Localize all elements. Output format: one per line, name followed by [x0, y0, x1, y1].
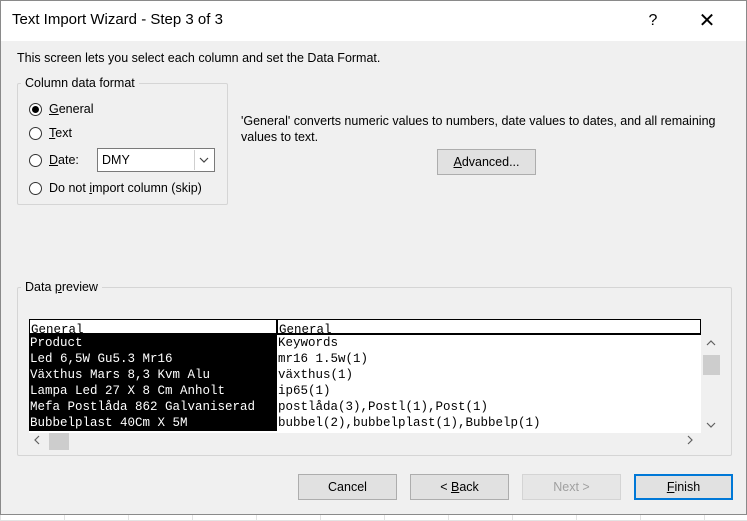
preview-cell: Product: [29, 335, 277, 351]
format-description: 'General' converts numeric values to num…: [241, 114, 716, 144]
preview-cell: Led 6,5W Gu5.3 Mr16: [29, 351, 277, 367]
dialog-title: Text Import Wizard - Step 3 of 3: [12, 11, 223, 28]
data-preview-grid[interactable]: General Product Led 6,5W Gu5.3 Mr16 Växt…: [29, 319, 701, 433]
column-header-1[interactable]: General: [29, 319, 277, 335]
vertical-scroll-thumb[interactable]: [703, 355, 720, 375]
radio-general-label: General: [49, 102, 94, 116]
horizontal-scroll-thumb[interactable]: [49, 433, 69, 450]
radio-skip-indicator[interactable]: [29, 181, 42, 195]
column-data-format-legend: Column data format: [21, 76, 139, 90]
next-button[interactable]: Next >: [522, 474, 621, 500]
preview-cell: mr16 1.5w(1): [278, 352, 369, 366]
intro-text: This screen lets you select each column …: [17, 51, 381, 65]
preview-cell: Bubbelplast 40Cm X 5M: [29, 415, 277, 431]
scroll-right-icon[interactable]: [687, 434, 693, 448]
data-preview-legend: Data preview: [21, 280, 102, 294]
radio-text[interactable]: Text: [29, 126, 72, 140]
back-button[interactable]: < Back: [410, 474, 509, 500]
radio-date[interactable]: Date:: [29, 153, 79, 167]
column-header-2[interactable]: General: [277, 319, 701, 335]
radio-text-indicator[interactable]: [29, 126, 42, 140]
preview-cell: bubbel(2),bubbelplast(1),Bubbelp(1): [278, 416, 541, 430]
horizontal-scrollbar[interactable]: [29, 433, 721, 451]
preview-column-1[interactable]: General Product Led 6,5W Gu5.3 Mr16 Växt…: [29, 319, 277, 433]
radio-general-indicator[interactable]: [29, 102, 42, 116]
preview-cell: ip65(1): [278, 384, 331, 398]
chevron-down-icon[interactable]: [194, 150, 213, 170]
radio-date-label: Date:: [49, 153, 79, 167]
radio-date-indicator[interactable]: [29, 153, 42, 167]
preview-cell: Keywords: [278, 336, 339, 350]
title-bar: Text Import Wizard - Step 3 of 3 ? ✕: [1, 1, 746, 41]
radio-skip[interactable]: Do not import column (skip): [29, 181, 202, 195]
preview-cell: Växthus Mars 8,3 Kvm Alu: [29, 367, 277, 383]
text-import-wizard-dialog: Text Import Wizard - Step 3 of 3 ? ✕ Thi…: [0, 0, 747, 515]
date-format-select[interactable]: DMY: [97, 148, 215, 172]
advanced-button[interactable]: Advanced...: [437, 149, 536, 175]
preview-cell: Mefa Postlåda 862 Galvaniserad: [29, 399, 277, 415]
help-button[interactable]: ?: [630, 1, 676, 41]
scroll-left-icon[interactable]: [34, 434, 40, 448]
preview-column-2[interactable]: General Keywords mr16 1.5w(1) växthus(1)…: [277, 319, 701, 433]
radio-text-label: Text: [49, 126, 72, 140]
scroll-down-icon[interactable]: [701, 419, 721, 431]
preview-cell: postlåda(3),Postl(1),Post(1): [278, 400, 489, 414]
vertical-scrollbar[interactable]: [701, 335, 721, 433]
preview-cell: Lampa Led 27 X 8 Cm Anholt: [29, 383, 277, 399]
radio-general[interactable]: General: [29, 102, 93, 116]
cancel-button[interactable]: Cancel: [298, 474, 397, 500]
finish-button[interactable]: Finish: [634, 474, 733, 500]
radio-skip-label: Do not import column (skip): [49, 181, 202, 195]
date-format-value: DMY: [102, 153, 130, 167]
close-button[interactable]: ✕: [684, 1, 730, 41]
scroll-up-icon[interactable]: [701, 337, 721, 349]
preview-cell: växthus(1): [278, 368, 354, 382]
